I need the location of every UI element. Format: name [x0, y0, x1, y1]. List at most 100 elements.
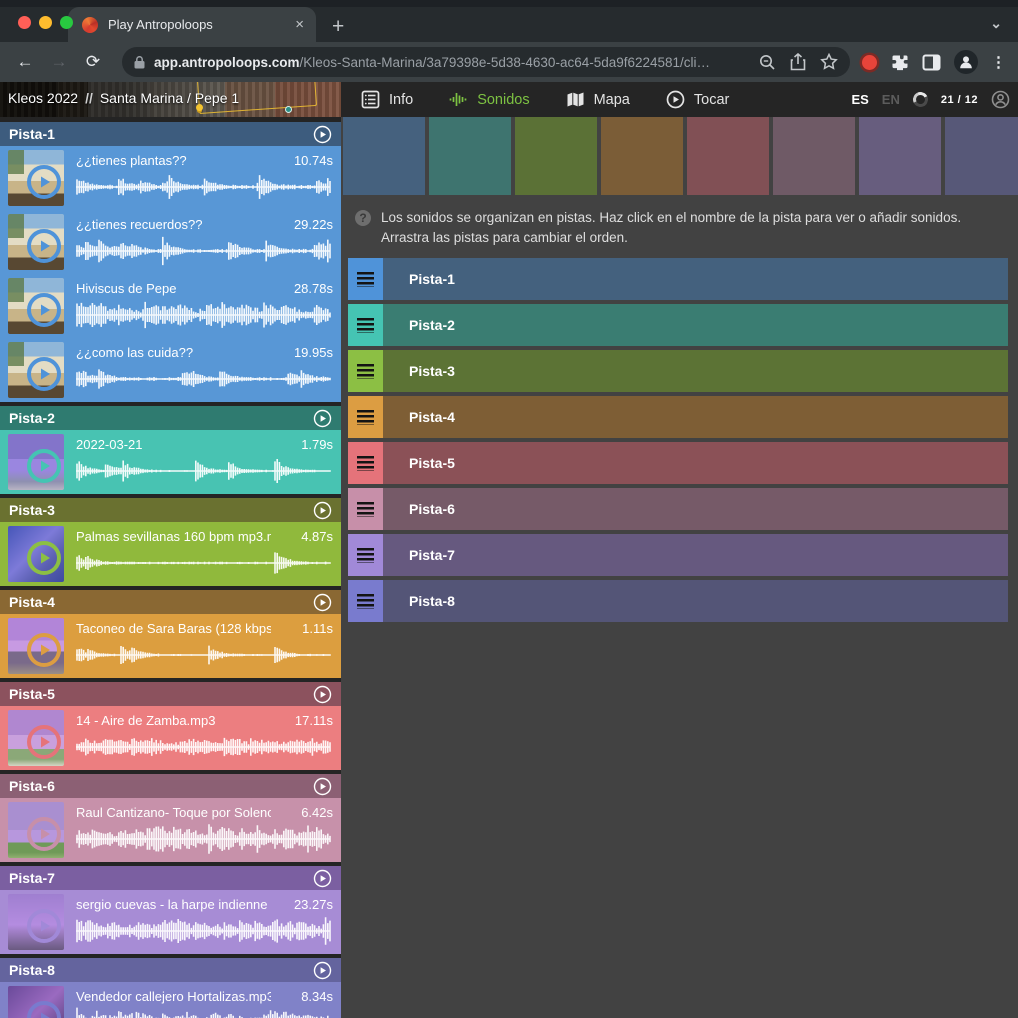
track-row[interactable]: Pista-7	[348, 534, 1008, 576]
track-row[interactable]: Pista-2	[348, 304, 1008, 346]
track-name[interactable]: Pista-4	[9, 594, 313, 610]
audio-clip[interactable]: Vendedor callejero Hortalizas.mp38.34s	[0, 982, 341, 1018]
clip-waveform[interactable]	[74, 455, 332, 487]
new-tab-button[interactable]: +	[332, 12, 344, 42]
track-row-body[interactable]: Pista-3	[383, 350, 1008, 392]
track-row-body[interactable]: Pista-4	[383, 396, 1008, 438]
app-nav-sonidos[interactable]: Sonidos	[449, 90, 529, 109]
audio-clip[interactable]: Palmas sevillanas 160 bpm mp3.mp34.87s	[0, 522, 341, 586]
track-name[interactable]: Pista-5	[9, 686, 313, 702]
clip-play-button[interactable]	[27, 909, 61, 943]
clip-play-button[interactable]	[27, 541, 61, 575]
track-drag-handle[interactable]	[348, 442, 383, 484]
clip-play-button[interactable]	[27, 1001, 61, 1018]
browser-tab[interactable]: Play Antropoloops ×	[68, 7, 316, 42]
zoom-window-button[interactable]	[60, 16, 73, 29]
clip-play-button[interactable]	[27, 229, 61, 263]
audio-clip[interactable]: ¿¿tienes recuerdos??29.22s	[0, 210, 341, 274]
track-row[interactable]: Pista-1	[348, 258, 1008, 300]
clip-waveform[interactable]	[74, 731, 332, 763]
track-drag-handle[interactable]	[348, 258, 383, 300]
track-play-icon[interactable]	[313, 961, 332, 980]
close-window-button[interactable]	[18, 16, 31, 29]
track-row-body[interactable]: Pista-7	[383, 534, 1008, 576]
track-row[interactable]: Pista-5	[348, 442, 1008, 484]
track-header[interactable]: Pista-3	[0, 498, 341, 522]
app-nav-tocar[interactable]: Tocar	[666, 90, 729, 109]
clip-waveform[interactable]	[74, 363, 332, 395]
forward-button[interactable]: →	[46, 52, 72, 72]
minimize-window-button[interactable]	[39, 16, 52, 29]
extensions-puzzle-icon[interactable]	[890, 53, 909, 72]
app-nav-mapa[interactable]: Mapa	[566, 90, 630, 109]
track-row[interactable]: Pista-3	[348, 350, 1008, 392]
back-button[interactable]: ←	[12, 52, 38, 72]
track-row[interactable]: Pista-8	[348, 580, 1008, 622]
breadcrumb[interactable]: Kleos 2022//Santa Marina / Pepe 1	[8, 90, 239, 106]
clip-waveform[interactable]	[74, 299, 332, 331]
profile-avatar[interactable]	[954, 50, 978, 74]
clip-play-button[interactable]	[27, 449, 61, 483]
track-play-icon[interactable]	[313, 125, 332, 144]
share-icon[interactable]	[790, 53, 806, 71]
audio-clip[interactable]: Hiviscus de Pepe28.78s	[0, 274, 341, 338]
browser-menu-icon[interactable]: ⋮	[991, 53, 1006, 71]
track-header[interactable]: Pista-7	[0, 866, 341, 890]
track-row[interactable]: Pista-6	[348, 488, 1008, 530]
clip-play-button[interactable]	[27, 633, 61, 667]
track-header[interactable]: Pista-2	[0, 406, 341, 430]
track-play-icon[interactable]	[313, 777, 332, 796]
track-play-icon[interactable]	[313, 685, 332, 704]
language-en-button[interactable]: EN	[882, 92, 900, 107]
project-map-thumbnail[interactable]: Kleos 2022//Santa Marina / Pepe 1	[0, 82, 341, 117]
track-play-icon[interactable]	[313, 869, 332, 888]
clip-waveform[interactable]	[74, 235, 332, 267]
app-nav-info[interactable]: Info	[361, 90, 413, 109]
reload-button[interactable]: ⟳	[80, 52, 106, 72]
clip-waveform[interactable]	[74, 639, 332, 671]
account-icon[interactable]	[991, 90, 1010, 109]
bookmark-star-icon[interactable]	[820, 53, 838, 71]
recording-extension-icon[interactable]	[862, 55, 877, 70]
track-play-icon[interactable]	[313, 593, 332, 612]
track-drag-handle[interactable]	[348, 580, 383, 622]
clip-play-button[interactable]	[27, 293, 61, 327]
clip-play-button[interactable]	[27, 817, 61, 851]
track-drag-handle[interactable]	[348, 304, 383, 346]
track-drag-handle[interactable]	[348, 488, 383, 530]
audio-clip[interactable]: Taconeo de Sara Baras (128 kbps).mp31.11…	[0, 614, 341, 678]
clip-waveform[interactable]	[74, 547, 332, 579]
language-es-button[interactable]: ES	[851, 92, 868, 107]
track-row-body[interactable]: Pista-2	[383, 304, 1008, 346]
track-play-icon[interactable]	[313, 409, 332, 428]
clip-waveform[interactable]	[74, 915, 332, 947]
track-name[interactable]: Pista-1	[9, 126, 313, 142]
audio-clip[interactable]: sergio cuevas - la harpe indienne - 03 -…	[0, 890, 341, 954]
track-row-body[interactable]: Pista-1	[383, 258, 1008, 300]
track-row-body[interactable]: Pista-6	[383, 488, 1008, 530]
breadcrumb-piece[interactable]: Santa Marina / Pepe 1	[100, 90, 239, 106]
traffic-lights[interactable]	[18, 16, 73, 29]
track-header[interactable]: Pista-6	[0, 774, 341, 798]
track-name[interactable]: Pista-2	[9, 410, 313, 426]
track-row-body[interactable]: Pista-8	[383, 580, 1008, 622]
audio-clip[interactable]: ¿¿como las cuida??19.95s	[0, 338, 341, 402]
audio-clip[interactable]: 14 - Aire de Zamba.mp317.11s	[0, 706, 341, 770]
tab-search-chevron-icon[interactable]: ⌄	[990, 15, 1002, 32]
track-row-body[interactable]: Pista-5	[383, 442, 1008, 484]
address-bar[interactable]: app.antropoloops.com/Kleos-Santa-Marina/…	[122, 47, 850, 77]
audio-clip[interactable]: Raul Cantizano- Toque por Solenoide.mp36…	[0, 798, 341, 862]
audio-clip[interactable]: 2022-03-211.79s	[0, 430, 341, 494]
tab-close-icon[interactable]: ×	[293, 16, 306, 33]
track-drag-handle[interactable]	[348, 534, 383, 576]
clip-waveform[interactable]	[74, 1007, 332, 1018]
clip-play-button[interactable]	[27, 725, 61, 759]
track-drag-handle[interactable]	[348, 396, 383, 438]
track-header[interactable]: Pista-4	[0, 590, 341, 614]
track-name[interactable]: Pista-6	[9, 778, 313, 794]
breadcrumb-project[interactable]: Kleos 2022	[8, 90, 78, 106]
track-header[interactable]: Pista-1	[0, 122, 341, 146]
clip-waveform[interactable]	[74, 823, 332, 855]
track-header[interactable]: Pista-8	[0, 958, 341, 982]
clip-play-button[interactable]	[27, 165, 61, 199]
